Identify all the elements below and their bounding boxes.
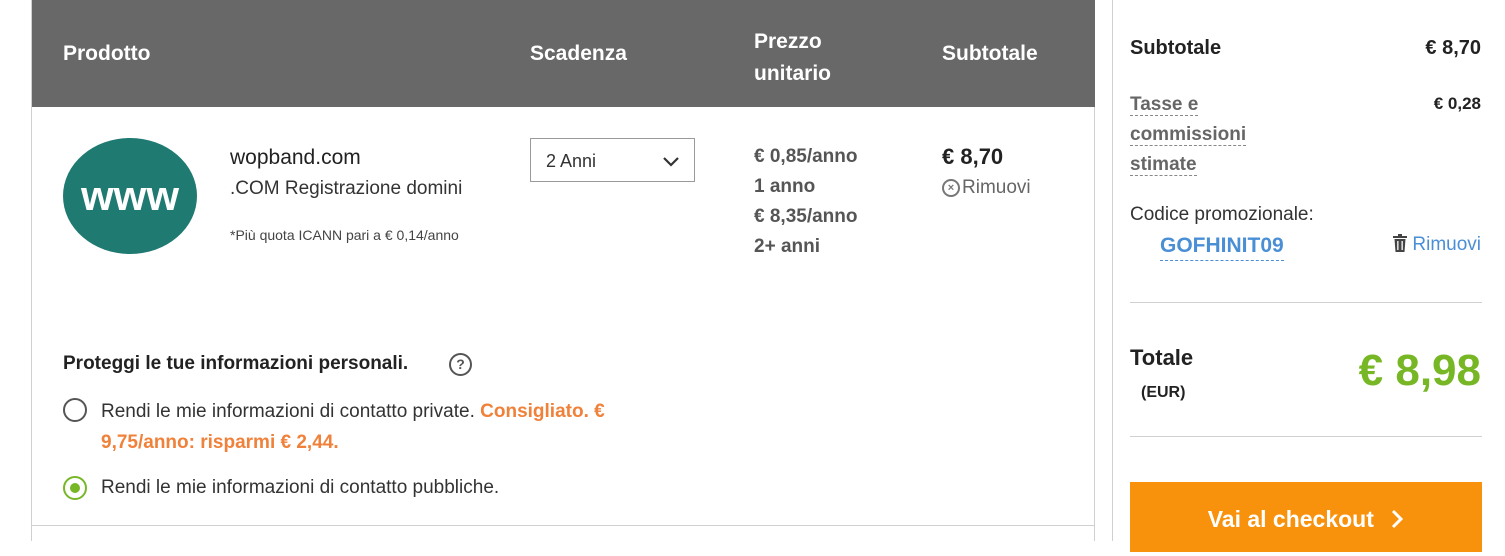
tax-label[interactable]: Tasse e commissioni stimate <box>1130 90 1270 180</box>
header-product: Prodotto <box>63 42 151 65</box>
remove-item-button[interactable]: × Rimuovi <box>942 177 1031 199</box>
price-line: 2+ anni <box>754 236 820 257</box>
duration-value: 2 Anni <box>546 151 597 171</box>
option-private-label[interactable]: Rendi le mie informazioni di contatto pr… <box>101 396 701 458</box>
item-subtotal: € 8,70 <box>942 144 1004 169</box>
summary-subtotal-label: Subtotale <box>1130 37 1222 59</box>
privacy-title: Proteggi le tue informazioni personali. <box>63 353 409 374</box>
www-domain-logo: www <box>63 138 197 254</box>
checkout-button[interactable]: Vai al checkout <box>1130 482 1482 552</box>
logo-text: www <box>80 172 179 219</box>
divider <box>32 525 1095 526</box>
chevron-right-icon <box>1392 509 1404 529</box>
close-circle-icon: × <box>942 179 960 197</box>
trash-icon <box>1393 234 1408 252</box>
header-unit-price: Prezzo unitario <box>754 30 831 85</box>
table-header: Prodotto Scadenza Prezzo unitario Subtot… <box>32 0 1095 107</box>
divider <box>1130 302 1482 303</box>
total-currency: (EUR) <box>1141 384 1186 401</box>
product-name: wopband.com <box>230 146 361 169</box>
duration-select[interactable]: 2 Anni <box>530 138 695 182</box>
promo-code[interactable]: GOFHINIT09 <box>1160 234 1284 261</box>
help-icon[interactable]: ? <box>449 353 472 376</box>
promo-remove-button[interactable]: Rimuovi <box>1392 234 1481 256</box>
price-line: 1 anno <box>754 176 816 197</box>
header-subtotal: Subtotale <box>942 42 1038 65</box>
unit-prices: € 0,85/anno 1 anno € 8,35/anno 2+ anni <box>754 142 858 262</box>
cart-table: Prodotto Scadenza Prezzo unitario Subtot… <box>31 0 1095 541</box>
remove-item-label: Rimuovi <box>962 177 1031 198</box>
radio-public[interactable] <box>63 476 87 500</box>
divider <box>1130 436 1482 437</box>
icann-fee-note: *Più quota ICANN pari a € 0,14/anno <box>230 227 459 243</box>
total-label: Totale <box>1130 345 1194 370</box>
option-private-text: Rendi le mie informazioni di contatto pr… <box>101 401 475 422</box>
total-value: € 8,98 <box>1358 346 1481 395</box>
chevron-down-icon <box>663 157 679 167</box>
checkout-label: Vai al checkout <box>1207 506 1374 532</box>
price-line: € 0,85/anno <box>754 146 858 167</box>
tax-value: € 0,28 <box>1433 94 1481 113</box>
tax-label-text: Tasse e commissioni stimate <box>1130 94 1247 176</box>
promo-label: Codice promozionale: <box>1130 204 1314 225</box>
price-line: € 8,35/anno <box>754 206 858 227</box>
promo-remove-label: Rimuovi <box>1412 234 1481 255</box>
product-type: .COM Registrazione domini <box>230 178 463 199</box>
header-expiry: Scadenza <box>530 42 627 65</box>
radio-private[interactable] <box>63 398 87 422</box>
summary-subtotal-value: € 8,70 <box>1425 37 1481 59</box>
option-public-label[interactable]: Rendi le mie informazioni di contatto pu… <box>101 477 499 499</box>
order-summary: Subtotale € 8,70 Tasse e commissioni sti… <box>1112 0 1505 552</box>
